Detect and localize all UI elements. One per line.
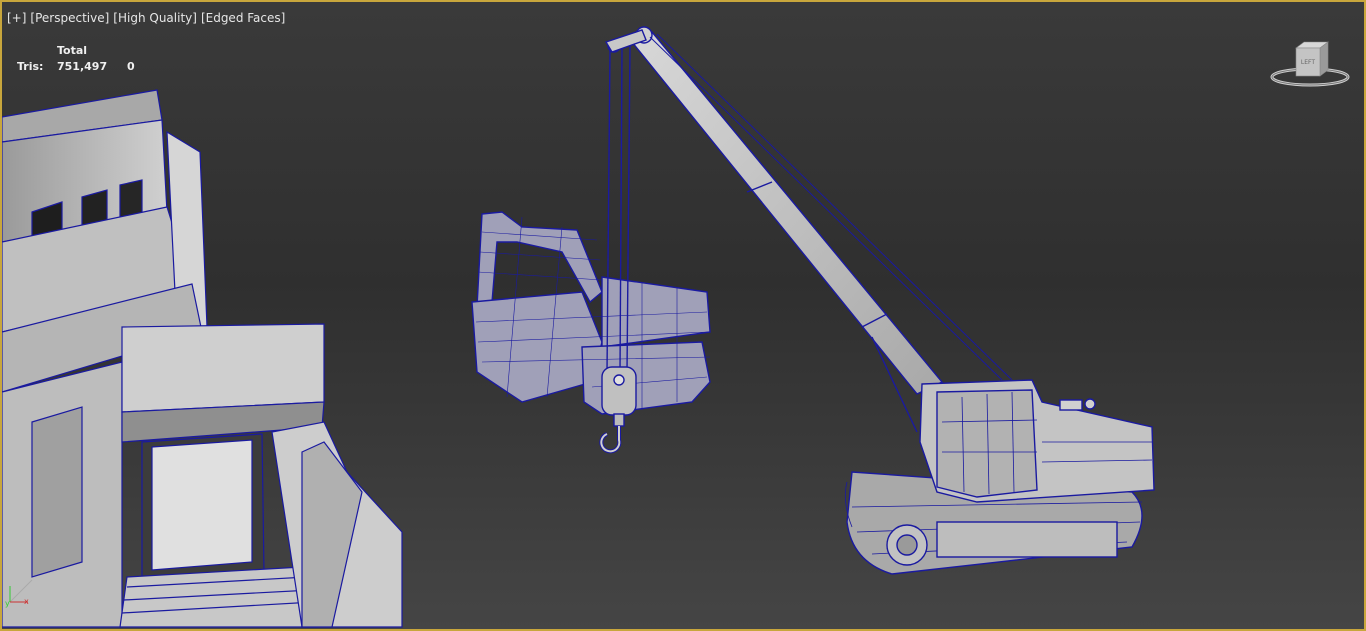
crane-hook[interactable] — [599, 45, 637, 454]
stats-tris-total: 751,497 — [57, 59, 108, 73]
stats-tris-selected: 0 — [127, 59, 135, 73]
viewport-label-menu: [+] [Perspective] [High Quality] [Edged … — [7, 11, 285, 25]
viewcube-face-label: LEFT — [1301, 59, 1315, 66]
building-model[interactable] — [2, 89, 403, 628]
excavator-model[interactable] — [471, 211, 711, 415]
scene-statistics: Total Tris: 751,497 0 — [17, 42, 135, 74]
perspective-viewport[interactable]: [+] [Perspective] [High Quality] [Edged … — [0, 0, 1366, 631]
viewcube[interactable]: LEFT — [1270, 40, 1350, 90]
viewport-view-menu[interactable]: [Perspective] — [30, 11, 109, 25]
crane-body-model[interactable] — [844, 379, 1155, 575]
viewport-edged-faces-menu[interactable]: [Edged Faces] — [201, 11, 285, 25]
viewport-shading-menu[interactable]: [High Quality] — [113, 11, 197, 25]
stats-total-header: Total — [57, 43, 88, 57]
axis-gizmo: y x — [5, 579, 33, 608]
scene-render[interactable] — [2, 2, 1364, 629]
axis-x-label: x — [24, 597, 29, 606]
axis-y-label: y — [5, 599, 10, 608]
stats-tris-label: Tris: — [17, 59, 44, 73]
viewport-plus-menu[interactable]: [+] — [7, 11, 26, 25]
